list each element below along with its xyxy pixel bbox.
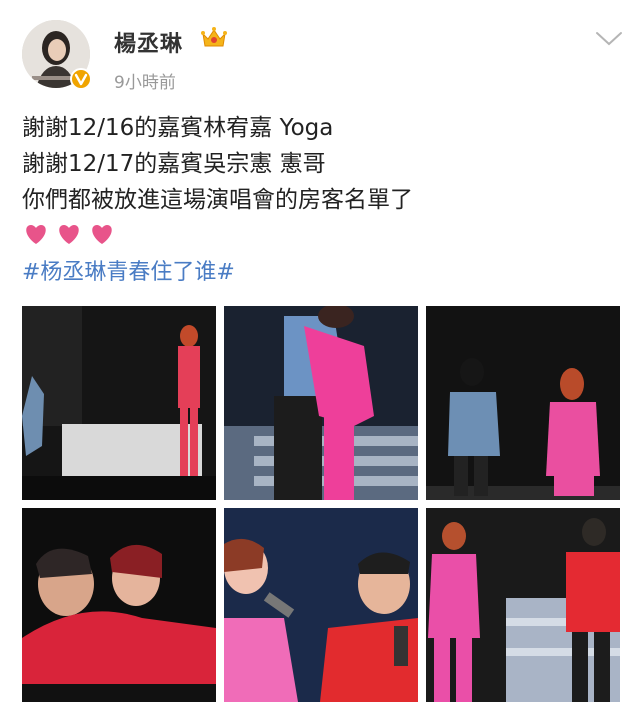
heart-icon xyxy=(26,225,46,244)
hearts-emoji xyxy=(26,225,112,244)
photo-thumbnail[interactable] xyxy=(224,508,418,702)
post-timestamp: 9小時前 xyxy=(114,73,176,93)
post-line: 你們都被放進這場演唱會的房客名單了 xyxy=(22,187,413,213)
hashtag-link[interactable]: #杨丞琳青春住了谁# xyxy=(22,254,235,286)
vip-crown-icon xyxy=(201,27,227,47)
post-line: 謝謝12/16的嘉賓林宥嘉 Yoga xyxy=(22,115,334,141)
heart-icon xyxy=(59,225,79,244)
verified-badge-icon xyxy=(70,68,92,90)
photo-thumbnail[interactable] xyxy=(22,306,216,500)
post-line: 謝謝12/17的嘉賓吳宗憲 憲哥 xyxy=(22,151,326,177)
chevron-down-icon[interactable] xyxy=(594,30,624,48)
username[interactable]: 楊丞琳 xyxy=(114,26,183,58)
photo-thumbnail[interactable] xyxy=(426,508,620,702)
photo-thumbnail[interactable] xyxy=(426,306,620,500)
post-body: 謝謝12/16的嘉賓林宥嘉 Yoga 謝謝12/17的嘉賓吳宗憲 憲哥 你們都被… xyxy=(22,110,622,218)
photo-thumbnail[interactable] xyxy=(224,306,418,500)
photo-thumbnail[interactable] xyxy=(22,508,216,702)
heart-icon xyxy=(92,225,112,244)
